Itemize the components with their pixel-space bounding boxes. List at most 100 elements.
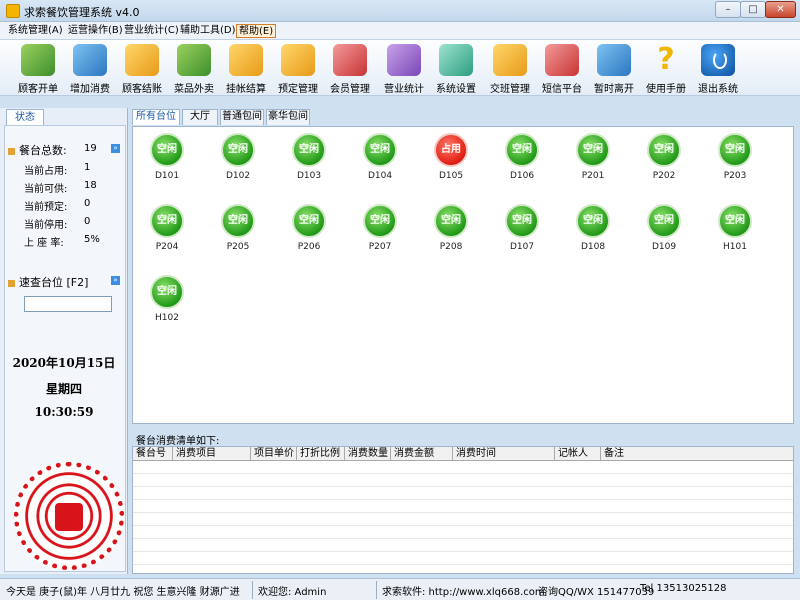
lunar-date-text: 今天是 庚子(鼠)年 八月廿九 祝您 生意兴隆 财源广进: [6, 587, 240, 598]
bullet-icon: [8, 279, 15, 287]
stats-label: 营业统计: [384, 84, 424, 95]
col-remark[interactable]: 备注: [601, 447, 793, 461]
table-code: D105: [438, 171, 464, 181]
table-P207[interactable]: 空闲 P207: [350, 204, 410, 268]
menu-help[interactable]: 帮助(E): [236, 24, 277, 38]
table-D109[interactable]: 空闲 D109: [634, 204, 694, 268]
col-item[interactable]: 消费项目: [173, 447, 251, 461]
disabled-label: 当前停用:: [24, 220, 68, 231]
expand-icon[interactable]: »: [111, 276, 120, 285]
table-P208[interactable]: 空闲 P208: [421, 204, 481, 268]
tab-standard-room[interactable]: 普通包间: [220, 109, 264, 125]
table-H101[interactable]: 空闲 H101: [705, 204, 765, 268]
table-P203[interactable]: 空闲 P203: [705, 133, 765, 197]
table-P202[interactable]: 空闲 P202: [634, 133, 694, 197]
table-code: P201: [581, 171, 605, 181]
weekday-display: 星期四: [45, 382, 82, 396]
settings-button[interactable]: 系统设置: [430, 44, 482, 95]
col-time[interactable]: 消费时间: [453, 447, 555, 461]
table-D101[interactable]: 空闲 D101: [137, 133, 197, 197]
quick-search-input[interactable]: [24, 296, 112, 312]
open-order-label: 顾客开单: [18, 84, 58, 95]
checkout-button[interactable]: 顾客结账: [116, 44, 168, 95]
menu-operations[interactable]: 运营操作(B): [66, 24, 125, 38]
col-table-no[interactable]: 餐台号: [133, 447, 173, 461]
member-button[interactable]: 会员管理: [324, 44, 376, 95]
open-order-button[interactable]: 顾客开单: [12, 44, 64, 95]
takeout-button[interactable]: 菜品外卖: [168, 44, 220, 95]
maximize-button[interactable]: □: [740, 1, 766, 18]
table-D104[interactable]: 空闲 D104: [350, 133, 410, 197]
close-button[interactable]: ✕: [765, 1, 796, 18]
col-recorder[interactable]: 记帐人: [555, 447, 601, 461]
member-label: 会员管理: [330, 84, 370, 95]
reservation-icon: [281, 44, 315, 76]
table-D105[interactable]: 占用 D105: [421, 133, 481, 197]
software-link[interactable]: 求索软件: http://www.xlq668.com: [382, 583, 545, 598]
table-D103[interactable]: 空闲 D103: [279, 133, 339, 197]
col-amount[interactable]: 消费金额: [391, 447, 453, 461]
table-D108[interactable]: 空闲 D108: [563, 204, 623, 268]
reservation-button[interactable]: 预定管理: [272, 44, 324, 95]
table-code: P207: [368, 242, 392, 252]
stats-icon: [387, 44, 421, 76]
tab-status[interactable]: 状态: [6, 109, 44, 125]
col-quantity[interactable]: 消费数量: [345, 447, 391, 461]
table-P201[interactable]: 空闲 P201: [563, 133, 623, 197]
tab-hall[interactable]: 大厅: [182, 109, 218, 125]
menu-statistics[interactable]: 营业统计(C): [122, 24, 181, 38]
consume-table[interactable]: 餐台号 消费项目 项目单价 打折比例 消费数量 消费金额 消费时间 记帐人 备注: [132, 446, 794, 574]
shift-label: 交班管理: [490, 84, 530, 95]
minimize-button[interactable]: –: [715, 1, 741, 18]
table-code: D108: [580, 242, 606, 252]
table-status-icon: 空闲: [292, 133, 326, 167]
total-label: 餐台总数:: [19, 144, 67, 157]
checkout-icon: [125, 44, 159, 76]
manual-button[interactable]: ? 使用手册: [640, 44, 692, 96]
table-grid: 空闲 D101 空闲 D102 空闲 D103 空闲 D104 占用 D105 空闲 D10…: [132, 126, 794, 424]
sms-icon: [545, 44, 579, 76]
table-P205[interactable]: 空闲 P205: [208, 204, 268, 268]
table-code: D106: [509, 171, 535, 181]
status-divider: [252, 581, 253, 599]
table-D106[interactable]: 空闲 D106: [492, 133, 552, 197]
tab-luxury-room[interactable]: 豪华包间: [266, 109, 310, 125]
away-button[interactable]: 暂时离开: [588, 44, 640, 95]
table-H102[interactable]: 空闲 H102: [137, 275, 197, 339]
consume-table-body: [133, 461, 793, 573]
menu-bar: 系统管理(A) 运营操作(B) 营业统计(C) 辅助工具(D) 帮助(E): [0, 22, 800, 40]
occupancy-rate-value: 5%: [84, 234, 100, 245]
table-status-icon: 空闲: [434, 204, 468, 238]
credit-settle-button[interactable]: 挂帐结算: [220, 44, 272, 95]
exit-button[interactable]: 退出系统: [692, 44, 744, 95]
col-unit-price[interactable]: 项目单价: [251, 447, 297, 461]
table-code: P208: [439, 242, 463, 252]
expand-icon[interactable]: »: [111, 144, 120, 153]
table-status-icon: 空闲: [150, 133, 184, 167]
table-code: P205: [226, 242, 250, 252]
table-D102[interactable]: 空闲 D102: [208, 133, 268, 197]
table-code: D107: [509, 242, 535, 252]
table-status-icon: 空闲: [150, 275, 184, 309]
shift-icon: [493, 44, 527, 76]
app-icon: [6, 4, 20, 18]
table-P204[interactable]: 空闲 P204: [137, 204, 197, 268]
table-status-icon: 空闲: [150, 204, 184, 238]
status-bar: 今天是 庚子(鼠)年 八月廿九 祝您 生意兴隆 财源广进 欢迎您: Admin …: [0, 578, 800, 600]
menu-system[interactable]: 系统管理(A): [6, 24, 65, 38]
stats-button[interactable]: 营业统计: [378, 44, 430, 95]
add-consume-button[interactable]: 增加消费: [64, 44, 116, 95]
table-status-icon: 空闲: [718, 133, 752, 167]
tab-all-tables[interactable]: 所有台位: [132, 109, 180, 125]
table-D107[interactable]: 空闲 D107: [492, 204, 552, 268]
consume-list-title: 餐台消费清单如下:: [136, 436, 220, 447]
sms-button[interactable]: 短信平台: [536, 44, 588, 95]
menu-tools[interactable]: 辅助工具(D): [178, 24, 238, 38]
col-discount[interactable]: 打折比例: [297, 447, 345, 461]
shift-button[interactable]: 交班管理: [484, 44, 536, 95]
total-value: 19: [84, 143, 97, 154]
table-P206[interactable]: 空闲 P206: [279, 204, 339, 268]
occupied-value: 1: [84, 162, 91, 173]
table-code: D102: [225, 171, 251, 181]
welcome-text: 欢迎您: Admin: [258, 587, 327, 598]
